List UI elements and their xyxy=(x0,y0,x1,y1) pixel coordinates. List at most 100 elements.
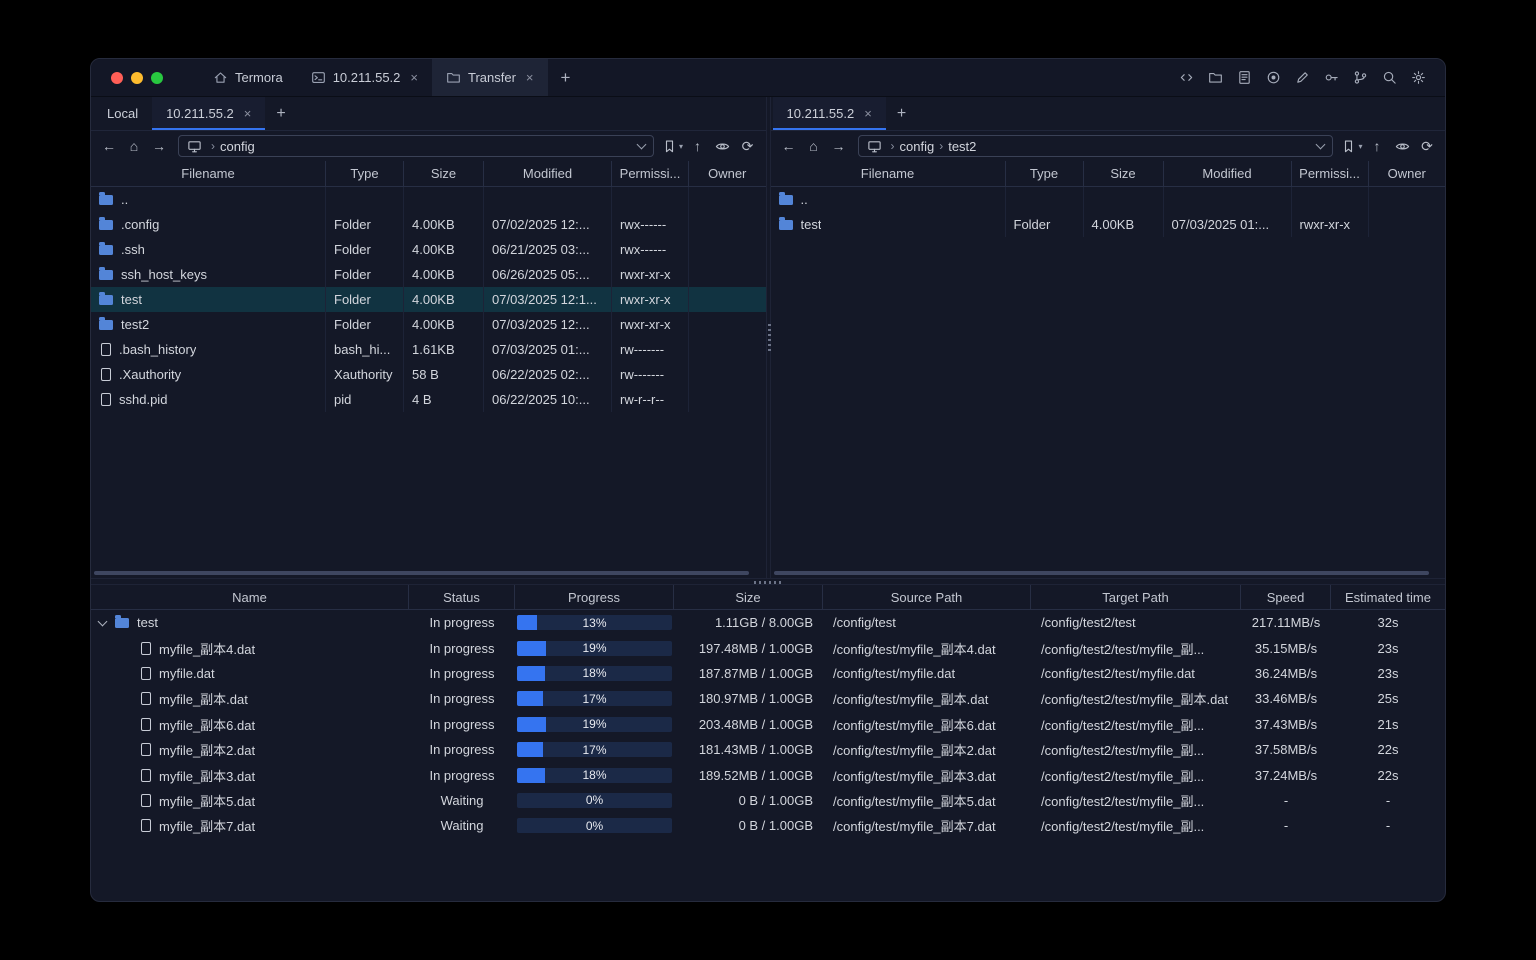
transfer-row[interactable]: myfile_副本4.dat In progress 19% 197.48MB / 1… xyxy=(91,635,1445,660)
close-tab-icon[interactable]: × xyxy=(526,70,534,85)
app-tab-transfer[interactable]: Transfer × xyxy=(432,59,548,96)
column-header-owner[interactable]: Owner xyxy=(689,161,766,186)
up-directory-button[interactable]: ↑ xyxy=(686,135,710,157)
up-directory-button[interactable]: ↑ xyxy=(1365,135,1389,157)
bookmark-button[interactable]: ▾ xyxy=(1340,135,1364,157)
column-header-status[interactable]: Status xyxy=(409,585,515,609)
file-modified: 07/02/2025 12:... xyxy=(484,212,612,237)
gear-button[interactable] xyxy=(1406,67,1431,88)
branch-icon xyxy=(1353,70,1368,85)
column-header-size[interactable]: Size xyxy=(1084,161,1164,186)
column-header-estimated-time[interactable]: Estimated time xyxy=(1331,585,1445,609)
column-header-type[interactable]: Type xyxy=(326,161,404,186)
search-button[interactable] xyxy=(1377,67,1402,88)
new-tab-button[interactable]: + xyxy=(548,59,584,96)
zoom-window-button[interactable] xyxy=(151,71,163,84)
home-button[interactable]: ⌂ xyxy=(122,135,146,157)
record-button[interactable] xyxy=(1261,67,1286,88)
transfer-row[interactable]: myfile_副本.dat In progress 17% 180.97MB / 1.… xyxy=(91,686,1445,711)
right-add-panel-tab-button[interactable]: + xyxy=(886,97,917,130)
progress-bar: 0% xyxy=(517,792,672,808)
log-button[interactable] xyxy=(1232,67,1257,88)
minimize-window-button[interactable] xyxy=(131,71,143,84)
breadcrumb-item[interactable]: config xyxy=(220,139,255,154)
horizontal-scrollbar[interactable] xyxy=(773,571,1443,575)
app-tab-termora[interactable]: Termora xyxy=(199,59,297,96)
column-header-progress[interactable]: Progress xyxy=(515,585,674,609)
column-header-name[interactable]: Name xyxy=(91,585,409,609)
panel-tab-local[interactable]: Local xyxy=(93,97,152,130)
column-header-type[interactable]: Type xyxy=(1006,161,1084,186)
file-row[interactable]: .config Folder 4.00KB 07/02/2025 12:... rwx-… xyxy=(91,212,766,237)
key-button[interactable] xyxy=(1319,67,1344,88)
forward-button[interactable]: → xyxy=(147,135,171,157)
column-header-filename[interactable]: Filename xyxy=(91,161,326,186)
forward-button[interactable]: → xyxy=(827,135,851,157)
home-button[interactable]: ⌂ xyxy=(802,135,826,157)
column-header-modified[interactable]: Modified xyxy=(484,161,612,186)
transfer-row[interactable]: myfile_副本2.dat In progress 17% 181.43MB / 1… xyxy=(91,737,1445,762)
filename: test xyxy=(121,292,142,307)
column-header-speed[interactable]: Speed xyxy=(1241,585,1331,609)
transfer-row[interactable]: myfile_副本5.dat Waiting 0% 0 B / 1.00GB/conf… xyxy=(91,788,1445,813)
branch-button[interactable] xyxy=(1348,67,1373,88)
column-header-owner[interactable]: Owner xyxy=(1369,161,1446,186)
transfer-row[interactable]: myfile_副本7.dat Waiting 0% 0 B / 1.00GB/conf… xyxy=(91,813,1445,838)
path-dropdown-icon[interactable] xyxy=(1315,139,1326,150)
edit-button[interactable] xyxy=(1290,67,1315,88)
close-tab-icon[interactable]: × xyxy=(410,70,418,85)
column-header-permissi[interactable]: Permissi... xyxy=(612,161,689,186)
column-header-size[interactable]: Size xyxy=(404,161,484,186)
transfer-row[interactable]: test In progress 13% 1.11GB / 8.00GB/config… xyxy=(91,610,1445,635)
file-row[interactable]: test Folder 4.00KB 07/03/2025 12:1... rwxr-x… xyxy=(91,287,766,312)
left-path-bar[interactable]: › config xyxy=(178,135,654,157)
column-header-source-path[interactable]: Source Path xyxy=(823,585,1031,609)
folder-button[interactable] xyxy=(1203,67,1228,88)
file-row[interactable]: test2 Folder 4.00KB 07/03/2025 12:... rwxr-x… xyxy=(91,312,766,337)
file-row[interactable]: .bash_history bash_hi... 1.61KB 07/03/2025 … xyxy=(91,337,766,362)
file-row[interactable]: ssh_host_keys Folder 4.00KB 06/26/2025 05:.… xyxy=(91,262,766,287)
caret-down-icon: ▾ xyxy=(678,141,683,151)
column-header-modified[interactable]: Modified xyxy=(1164,161,1292,186)
show-hidden-button[interactable] xyxy=(1390,135,1414,157)
column-header-target-path[interactable]: Target Path xyxy=(1031,585,1241,609)
file-row[interactable]: .. xyxy=(771,187,1446,212)
refresh-button[interactable]: ⟳ xyxy=(1415,135,1439,157)
file-row[interactable]: test Folder 4.00KB 07/03/2025 01:... rwxr-xr… xyxy=(771,212,1446,237)
right-path-bar[interactable]: › config › test2 xyxy=(857,135,1333,157)
path-dropdown-icon[interactable] xyxy=(636,139,646,150)
bookmark-button[interactable]: ▾ xyxy=(661,135,685,157)
close-tab-icon[interactable]: × xyxy=(864,106,872,121)
show-hidden-button[interactable] xyxy=(711,135,735,157)
transfer-splitter[interactable] xyxy=(91,578,1445,585)
column-header-size[interactable]: Size xyxy=(674,585,823,609)
breadcrumb-item[interactable]: config xyxy=(900,139,935,154)
back-button[interactable]: ← xyxy=(97,135,121,157)
column-header-permissi[interactable]: Permissi... xyxy=(1292,161,1369,186)
back-button[interactable]: ← xyxy=(777,135,801,157)
filename: test2 xyxy=(121,317,150,332)
left-add-panel-tab-button[interactable]: + xyxy=(265,97,296,130)
file-row[interactable]: .Xauthority Xauthority 58 B 06/22/2025 02:.… xyxy=(91,362,766,387)
column-header-filename[interactable]: Filename xyxy=(771,161,1006,186)
panel-tab-10-211-55-2[interactable]: 10.211.55.2 × xyxy=(772,97,886,130)
horizontal-scrollbar[interactable] xyxy=(94,571,763,575)
transfer-progress: 18% xyxy=(515,661,674,686)
expand-chevron-icon[interactable] xyxy=(97,616,108,627)
breadcrumb-item[interactable]: test2 xyxy=(948,139,976,154)
file-icon xyxy=(101,343,111,356)
code-button[interactable] xyxy=(1174,67,1199,88)
transfer-size: 187.87MB / 1.00GB xyxy=(698,665,813,681)
file-row[interactable]: sshd.pid pid 4 B 06/22/2025 10:... rw-r--r-- xyxy=(91,387,766,412)
panel-tab-10-211-55-2[interactable]: 10.211.55.2 × xyxy=(152,97,266,130)
close-window-button[interactable] xyxy=(111,71,123,84)
transfer-row[interactable]: myfile_副本3.dat In progress 18% 189.52MB / 1… xyxy=(91,762,1445,787)
refresh-button[interactable]: ⟳ xyxy=(736,135,760,157)
file-row[interactable]: .ssh Folder 4.00KB 06/21/2025 03:... rwx----… xyxy=(91,237,766,262)
transfer-row[interactable]: myfile_副本6.dat In progress 19% 203.48MB / 1… xyxy=(91,712,1445,737)
transfer-status: In progress xyxy=(429,716,495,732)
file-row[interactable]: .. xyxy=(91,187,766,212)
transfer-row[interactable]: myfile.dat In progress 18% 187.87MB / 1.00G… xyxy=(91,661,1445,686)
app-tab-10-211-55-2[interactable]: 10.211.55.2 × xyxy=(297,59,432,96)
close-tab-icon[interactable]: × xyxy=(244,106,252,121)
